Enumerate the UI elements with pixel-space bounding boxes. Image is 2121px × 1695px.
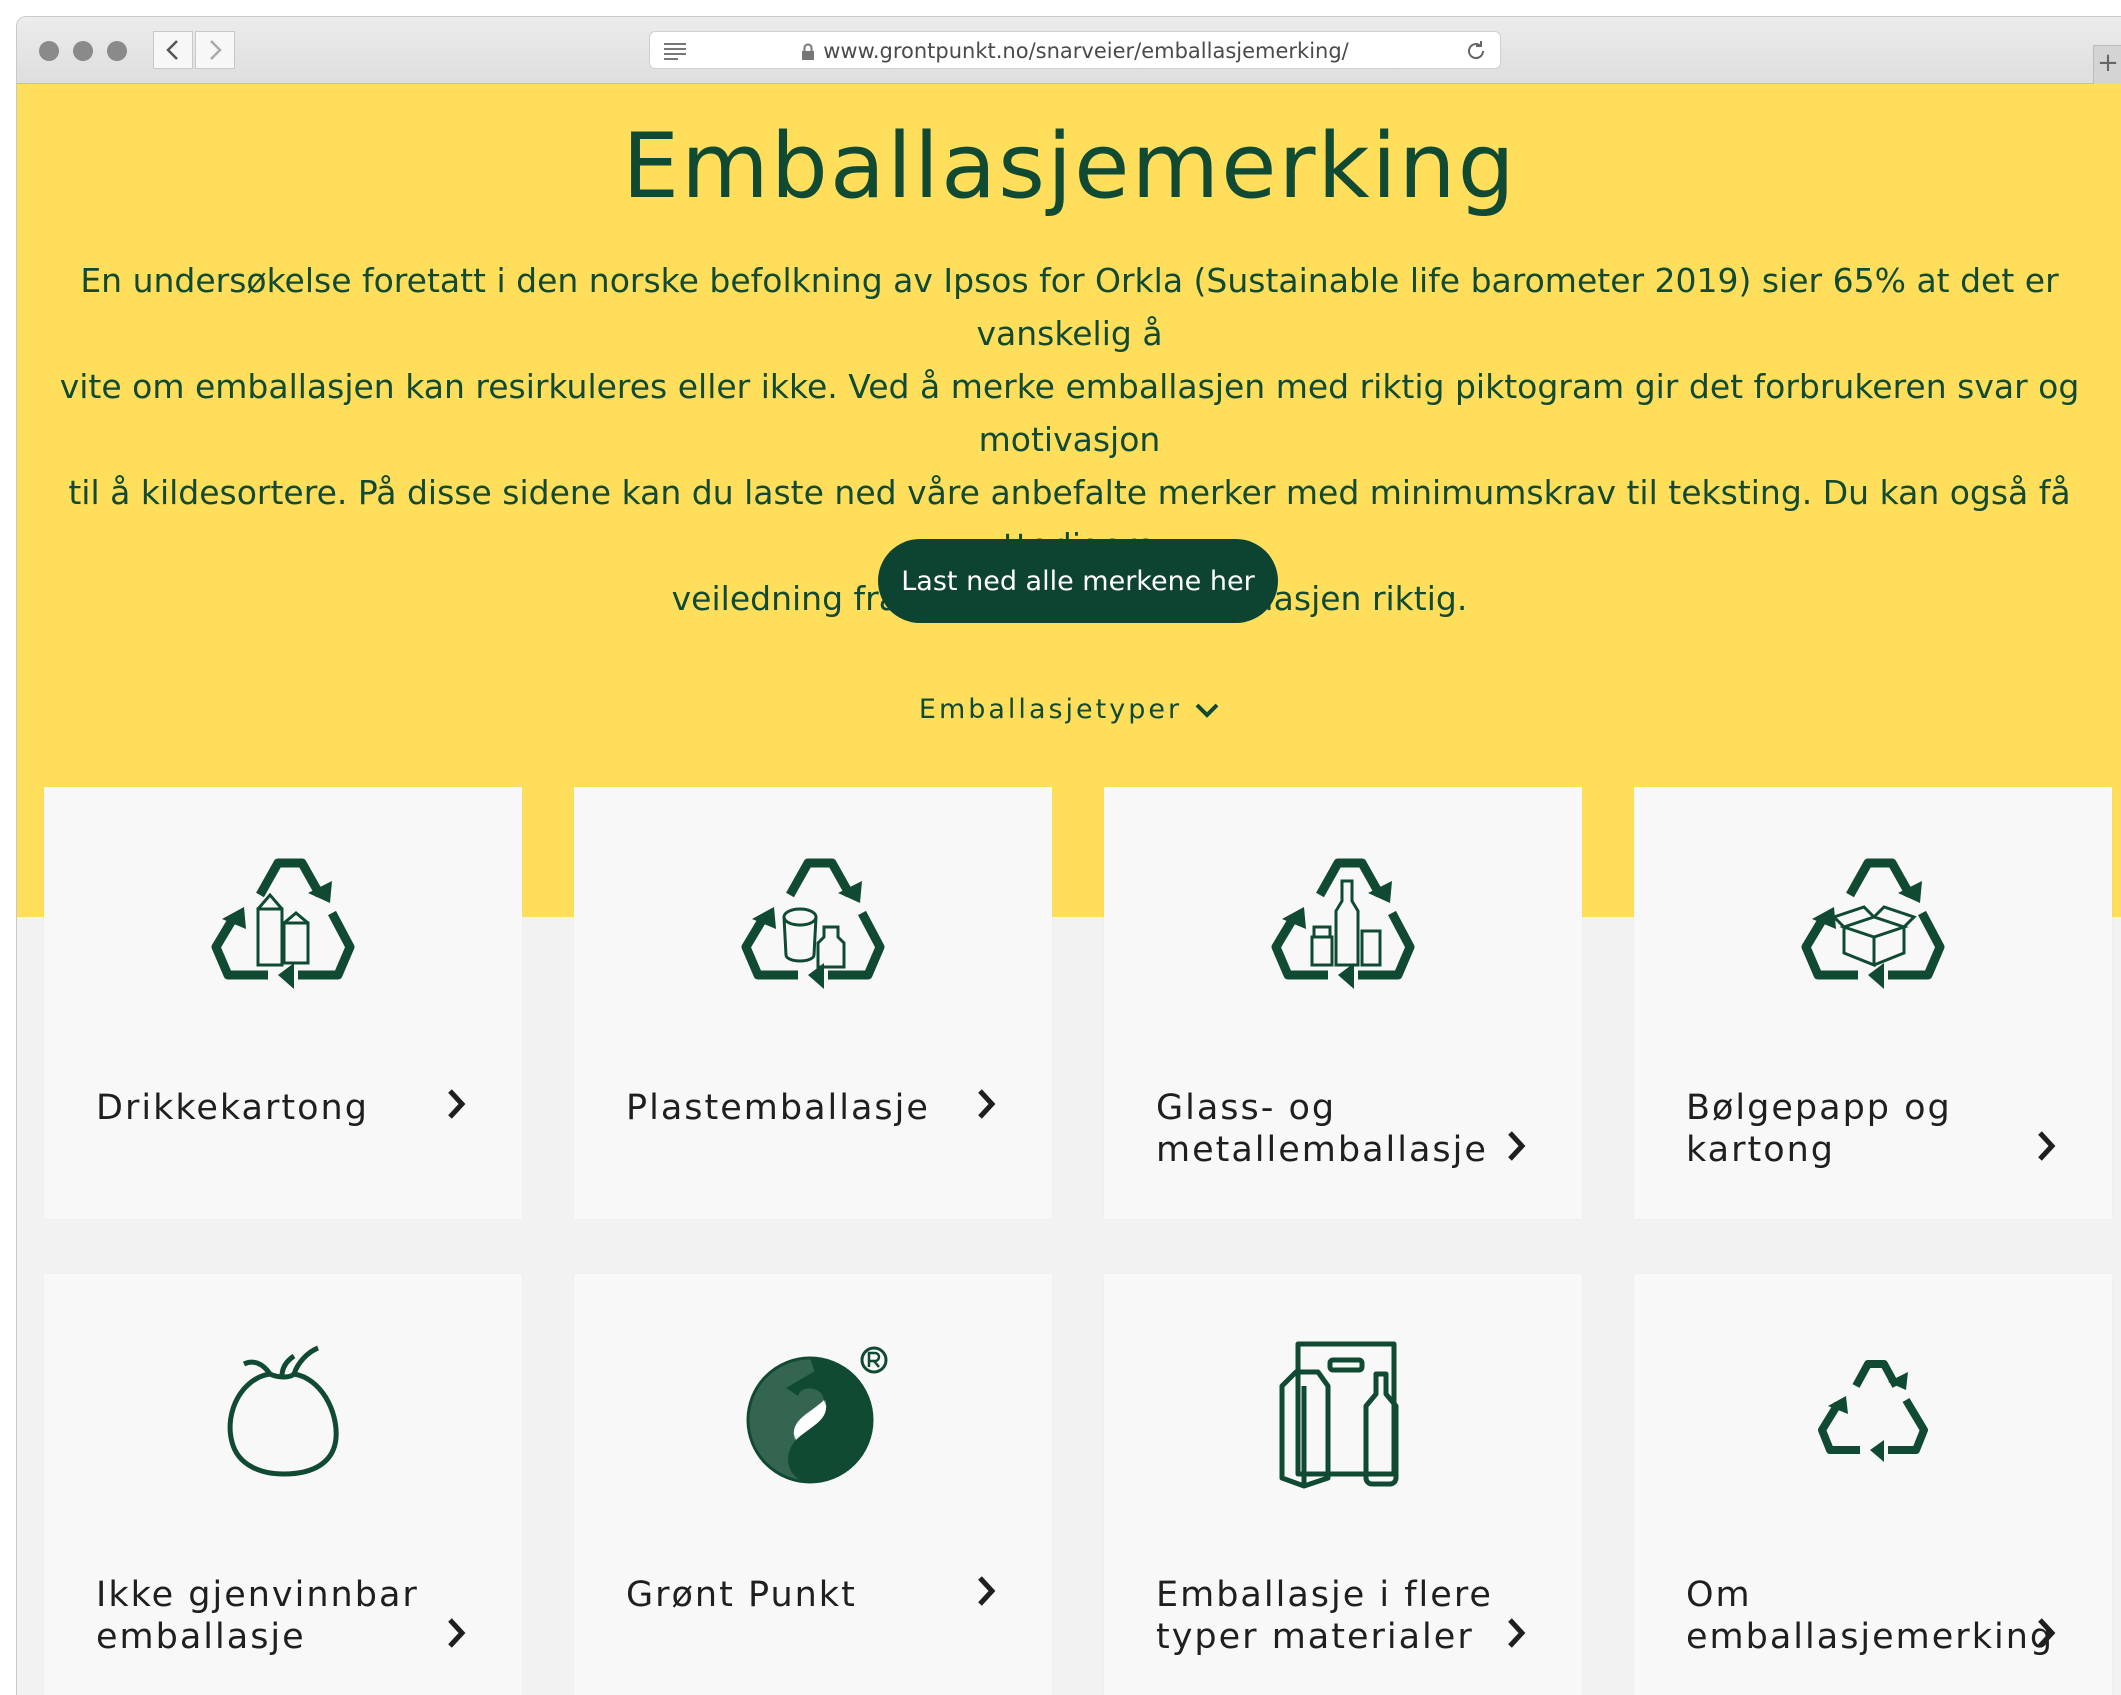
- card-label-line: Glass- og: [1156, 1088, 1337, 1128]
- recycle-plastic-icon: [741, 858, 885, 989]
- card-label: Bølgepapp og kartong: [1686, 1087, 2026, 1171]
- chevron-right-icon: [1508, 1618, 1526, 1648]
- card-label-line: typer materialer: [1156, 1617, 1474, 1657]
- forward-button[interactable]: [195, 31, 235, 69]
- packaging-types-label: Emballasjetyper: [918, 694, 1183, 725]
- address-bar[interactable]: www.grontpunkt.no/snarveier/emballasjeme…: [649, 31, 1501, 69]
- page-title: Emballasjemerking: [622, 114, 1517, 219]
- browser-window: www.grontpunkt.no/snarveier/emballasjeme…: [16, 16, 2121, 1695]
- card-glass-metall[interactable]: Glass- og metallemballasje: [1104, 787, 1582, 1219]
- card-bolgepapp[interactable]: Bølgepapp og kartong: [1634, 787, 2112, 1219]
- card-label-line: Drikkekartong: [96, 1088, 369, 1128]
- card-label: Glass- og metallemballasje: [1156, 1087, 1496, 1171]
- card-label-line: Grønt Punkt: [626, 1575, 857, 1615]
- green-dot-icon: [746, 1346, 888, 1484]
- intro-line: vite om emballasjen kan resirkuleres ell…: [59, 367, 2080, 459]
- chevron-right-icon: [210, 40, 222, 60]
- chevron-right-icon: [2038, 1131, 2056, 1161]
- card-drikkekartong[interactable]: Drikkekartong: [44, 787, 522, 1219]
- card-label-line: Ikke gjenvinnbar: [96, 1575, 419, 1615]
- chevron-right-icon: [1508, 1131, 1526, 1161]
- chevron-left-icon: [166, 40, 178, 60]
- packaging-types-toggle[interactable]: Emballasjetyper: [17, 694, 2121, 725]
- zoom-window-button[interactable]: [107, 41, 127, 61]
- card-om-emballasjemerking[interactable]: Om emballasjemerking: [1634, 1274, 2112, 1695]
- download-all-button[interactable]: Last ned alle merkene her: [878, 539, 1278, 623]
- card-gront-punkt[interactable]: Grønt Punkt: [574, 1274, 1052, 1695]
- card-plastemballasje[interactable]: Plastemballasje: [574, 787, 1052, 1219]
- reload-icon[interactable]: [1464, 39, 1488, 63]
- card-label-line: metallemballasje: [1156, 1130, 1488, 1170]
- browser-toolbar: www.grontpunkt.no/snarveier/emballasjeme…: [17, 17, 2121, 84]
- page-content: Emballasjemerking En undersøkelse foreta…: [17, 84, 2121, 1695]
- card-label-line: Emballasje i flere: [1156, 1575, 1493, 1615]
- waste-bag-icon: [227, 1345, 339, 1477]
- card-label: Grønt Punkt: [626, 1574, 966, 1616]
- url-text: www.grontpunkt.no/snarveier/emballasjeme…: [823, 39, 1349, 63]
- card-label-line: Plastemballasje: [626, 1088, 930, 1128]
- card-flere-materialer[interactable]: Emballasje i flere typer materialer: [1104, 1274, 1582, 1695]
- recycle-carton-icon: [211, 858, 355, 989]
- mixed-materials-icon: [1279, 1341, 1399, 1489]
- card-label: Plastemballasje: [626, 1087, 966, 1129]
- card-label-line: emballasjemerking: [1686, 1617, 2055, 1657]
- recycle-cardboard-icon: [1801, 858, 1945, 989]
- chevron-right-icon: [978, 1576, 996, 1606]
- chevron-down-icon: [1195, 703, 1219, 718]
- recycle-icon: [1818, 1360, 1928, 1462]
- card-label: Ikke gjenvinnbar emballasje: [96, 1574, 436, 1658]
- chevron-right-icon: [448, 1089, 466, 1119]
- chevron-right-icon: [978, 1089, 996, 1119]
- chevron-right-icon: [2038, 1618, 2056, 1648]
- chevron-right-icon: [448, 1618, 466, 1648]
- new-tab-button[interactable]: +: [2093, 45, 2121, 84]
- card-ikke-gjenvinnbar[interactable]: Ikke gjenvinnbar emballasje: [44, 1274, 522, 1695]
- card-label-line: kartong: [1686, 1130, 1836, 1170]
- card-label-line: Bølgepapp og: [1686, 1088, 1952, 1128]
- card-label: Emballasje i flere typer materialer: [1156, 1574, 1496, 1658]
- back-button[interactable]: [153, 31, 193, 69]
- lock-icon: [802, 43, 815, 60]
- close-window-button[interactable]: [39, 41, 59, 61]
- card-label: Om emballasjemerking: [1686, 1574, 2055, 1658]
- card-label-line: emballasje: [96, 1617, 306, 1657]
- recycle-glass-metal-icon: [1271, 858, 1415, 989]
- intro-line: En undersøkelse foretatt i den norske be…: [80, 261, 2059, 353]
- card-label: Drikkekartong: [96, 1087, 436, 1129]
- minimize-window-button[interactable]: [73, 41, 93, 61]
- card-label-line: Om: [1686, 1575, 1752, 1615]
